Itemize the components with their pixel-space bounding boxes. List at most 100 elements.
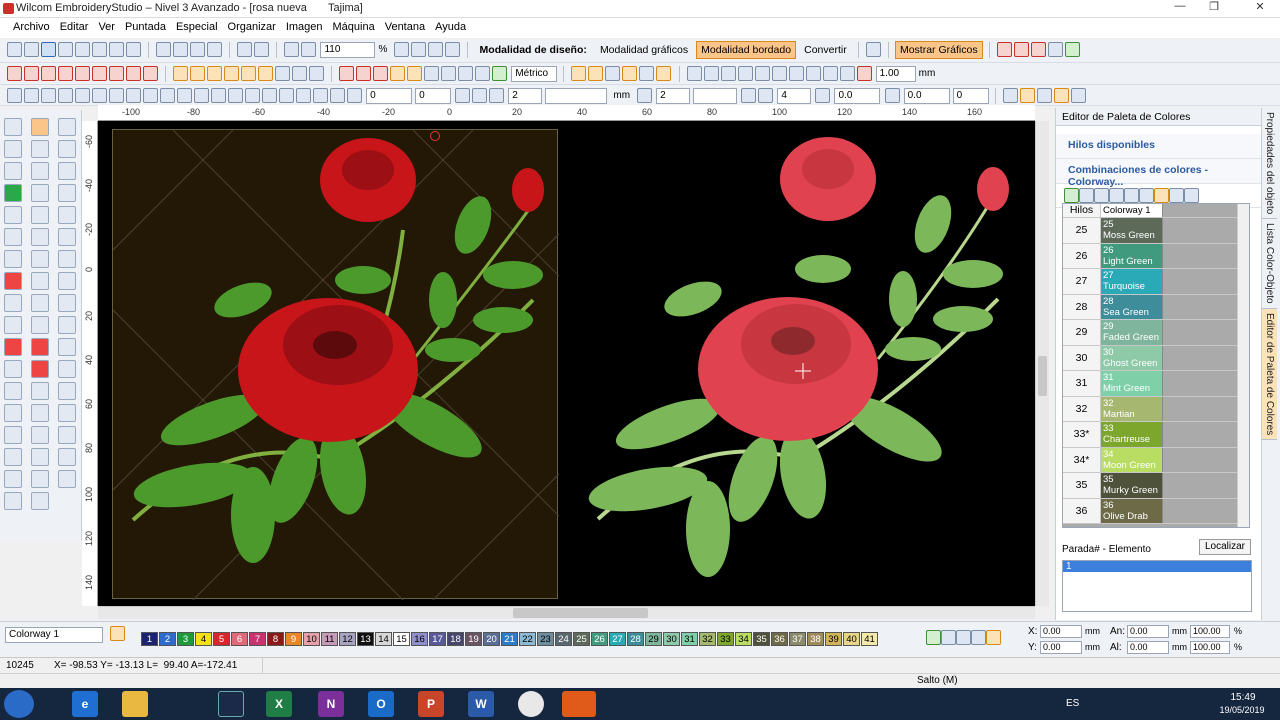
grid-icon[interactable] <box>996 42 1012 57</box>
prop25-icon[interactable] <box>741 88 757 103</box>
tool-43-icon[interactable] <box>58 294 76 312</box>
align3-icon[interactable] <box>720 66 736 81</box>
send-icon[interactable] <box>109 42 124 57</box>
fill-icon[interactable] <box>41 66 56 81</box>
tool-42-icon[interactable] <box>58 272 76 290</box>
section-colorways[interactable]: Combinaciones de colores - Colorway... <box>1056 159 1261 188</box>
menu-archivo[interactable]: Archivo <box>8 18 55 38</box>
3d-icon[interactable] <box>275 66 291 81</box>
color-swatch[interactable]: 28 <box>627 632 644 646</box>
units-select[interactable]: Métrico <box>511 66 558 82</box>
prop26-icon[interactable] <box>758 88 774 103</box>
thread-row[interactable]: 31 31 Mint Green <box>1063 371 1249 397</box>
align10-icon[interactable] <box>839 66 855 81</box>
image-icon[interactable] <box>458 66 474 81</box>
tool-44-icon[interactable] <box>58 316 76 334</box>
close-icon[interactable]: ✕ <box>1240 0 1280 16</box>
remove-icon[interactable] <box>941 630 956 645</box>
export-icon[interactable] <box>92 42 107 57</box>
color-swatch[interactable]: 19 <box>465 632 482 646</box>
thread-color-cell[interactable]: 34 Moon Green <box>1101 447 1163 472</box>
tool-34-icon[interactable] <box>31 492 49 510</box>
cut-icon[interactable] <box>156 42 172 57</box>
tool-40-icon[interactable] <box>58 228 76 246</box>
align2-icon[interactable] <box>703 66 719 81</box>
tatami-icon[interactable] <box>24 66 39 81</box>
circle-icon[interactable] <box>31 338 49 356</box>
cloud-icon[interactable] <box>126 42 141 57</box>
shape3-icon[interactable] <box>390 66 406 81</box>
redo-icon[interactable] <box>254 42 270 57</box>
zoom-fit-icon[interactable] <box>394 42 410 57</box>
align4-icon[interactable] <box>737 66 753 81</box>
excel-icon[interactable]: X <box>266 691 292 717</box>
thread-color-cell[interactable]: 26 Light Green <box>1101 243 1163 268</box>
embroidery-design[interactable] <box>578 129 1018 599</box>
color-swatch[interactable]: 22 <box>519 632 536 646</box>
knife-icon[interactable] <box>31 184 49 202</box>
table-scrollbar[interactable] <box>1237 204 1249 527</box>
cross-icon[interactable] <box>143 66 158 81</box>
color-swatch[interactable]: 3 <box>177 632 194 646</box>
appliqué-icon[interactable] <box>339 66 355 81</box>
globe-icon[interactable] <box>865 42 881 57</box>
powerpoint-icon[interactable]: P <box>418 691 444 717</box>
horizontal-scrollbar[interactable] <box>98 606 1035 619</box>
color-swatch[interactable]: 35 <box>753 632 770 646</box>
align7-icon[interactable] <box>788 66 804 81</box>
color-swatch[interactable]: 10 <box>303 632 320 646</box>
prop30-icon[interactable] <box>1019 88 1035 103</box>
prop12-icon[interactable] <box>194 88 209 103</box>
prop21-icon[interactable] <box>455 88 471 103</box>
motif-icon[interactable] <box>92 66 107 81</box>
clock-time[interactable]: 15:49 <box>1218 692 1268 703</box>
tab-palette-editor[interactable]: Editor de Paleta de Colores <box>1262 308 1277 441</box>
color-swatch[interactable]: 1 <box>141 632 158 646</box>
prop16-icon[interactable] <box>262 88 277 103</box>
prop23-icon[interactable] <box>489 88 505 103</box>
field-7[interactable]: 0.0 <box>903 88 950 104</box>
add-icon[interactable] <box>926 630 941 645</box>
field-4[interactable]: 2 <box>656 88 691 104</box>
field-8[interactable]: 0 <box>952 88 989 104</box>
prop17-icon[interactable] <box>279 88 294 103</box>
tool-f-icon[interactable] <box>656 66 672 81</box>
prop20-icon[interactable] <box>330 88 345 103</box>
tool-5-icon[interactable] <box>4 206 22 224</box>
section-available-threads[interactable]: Hilos disponibles <box>1056 134 1261 159</box>
color-swatch[interactable]: 41 <box>861 632 878 646</box>
select-arrow-icon[interactable] <box>31 118 49 136</box>
field-blank[interactable] <box>545 88 608 104</box>
menu-editar[interactable]: Editar <box>55 18 94 38</box>
show-graphics-button[interactable]: Mostrar Gráficos <box>894 41 983 59</box>
move-color-icon[interactable] <box>1109 188 1124 203</box>
prop31-icon[interactable] <box>1036 88 1052 103</box>
thread-color-cell[interactable]: 27 Turquoise <box>1101 269 1163 294</box>
monogram-icon[interactable] <box>31 448 49 466</box>
stitches-icon[interactable] <box>1030 42 1046 57</box>
color-swatch[interactable]: 39 <box>825 632 842 646</box>
color-swatch[interactable]: 4 <box>195 632 212 646</box>
thread-row[interactable]: 35 35 Murky Green <box>1063 473 1249 499</box>
trim-icon[interactable] <box>856 66 872 81</box>
prop15-icon[interactable] <box>245 88 260 103</box>
minimize-icon[interactable]: — <box>1166 0 1194 16</box>
tool-49-icon[interactable] <box>58 426 76 444</box>
field-6[interactable]: 0.0 <box>834 88 881 104</box>
color-swatch[interactable]: 14 <box>375 632 392 646</box>
color-swatch[interactable]: 2 <box>159 632 176 646</box>
zoom-field[interactable]: 110 <box>320 42 376 58</box>
color-swatch[interactable]: 31 <box>681 632 698 646</box>
color-swatch[interactable]: 32 <box>699 632 716 646</box>
color-swatch[interactable]: 6 <box>231 632 248 646</box>
thread-table[interactable]: Hilos Colorway 1 25 25 Moss Green 26 26 Light… <box>1062 203 1250 528</box>
tool-18-icon[interactable] <box>4 492 22 510</box>
x-field[interactable]: 0.00 <box>1040 625 1082 638</box>
color-swatch[interactable]: 20 <box>483 632 500 646</box>
color-swatch[interactable]: 29 <box>645 632 662 646</box>
thread-color-cell[interactable]: 33 Chartreuse <box>1101 422 1163 447</box>
color-swatch[interactable]: 15 <box>393 632 410 646</box>
prop4-icon[interactable] <box>58 88 73 103</box>
menu-especial[interactable]: Especial <box>171 18 223 38</box>
color-swatch[interactable]: 33 <box>717 632 734 646</box>
